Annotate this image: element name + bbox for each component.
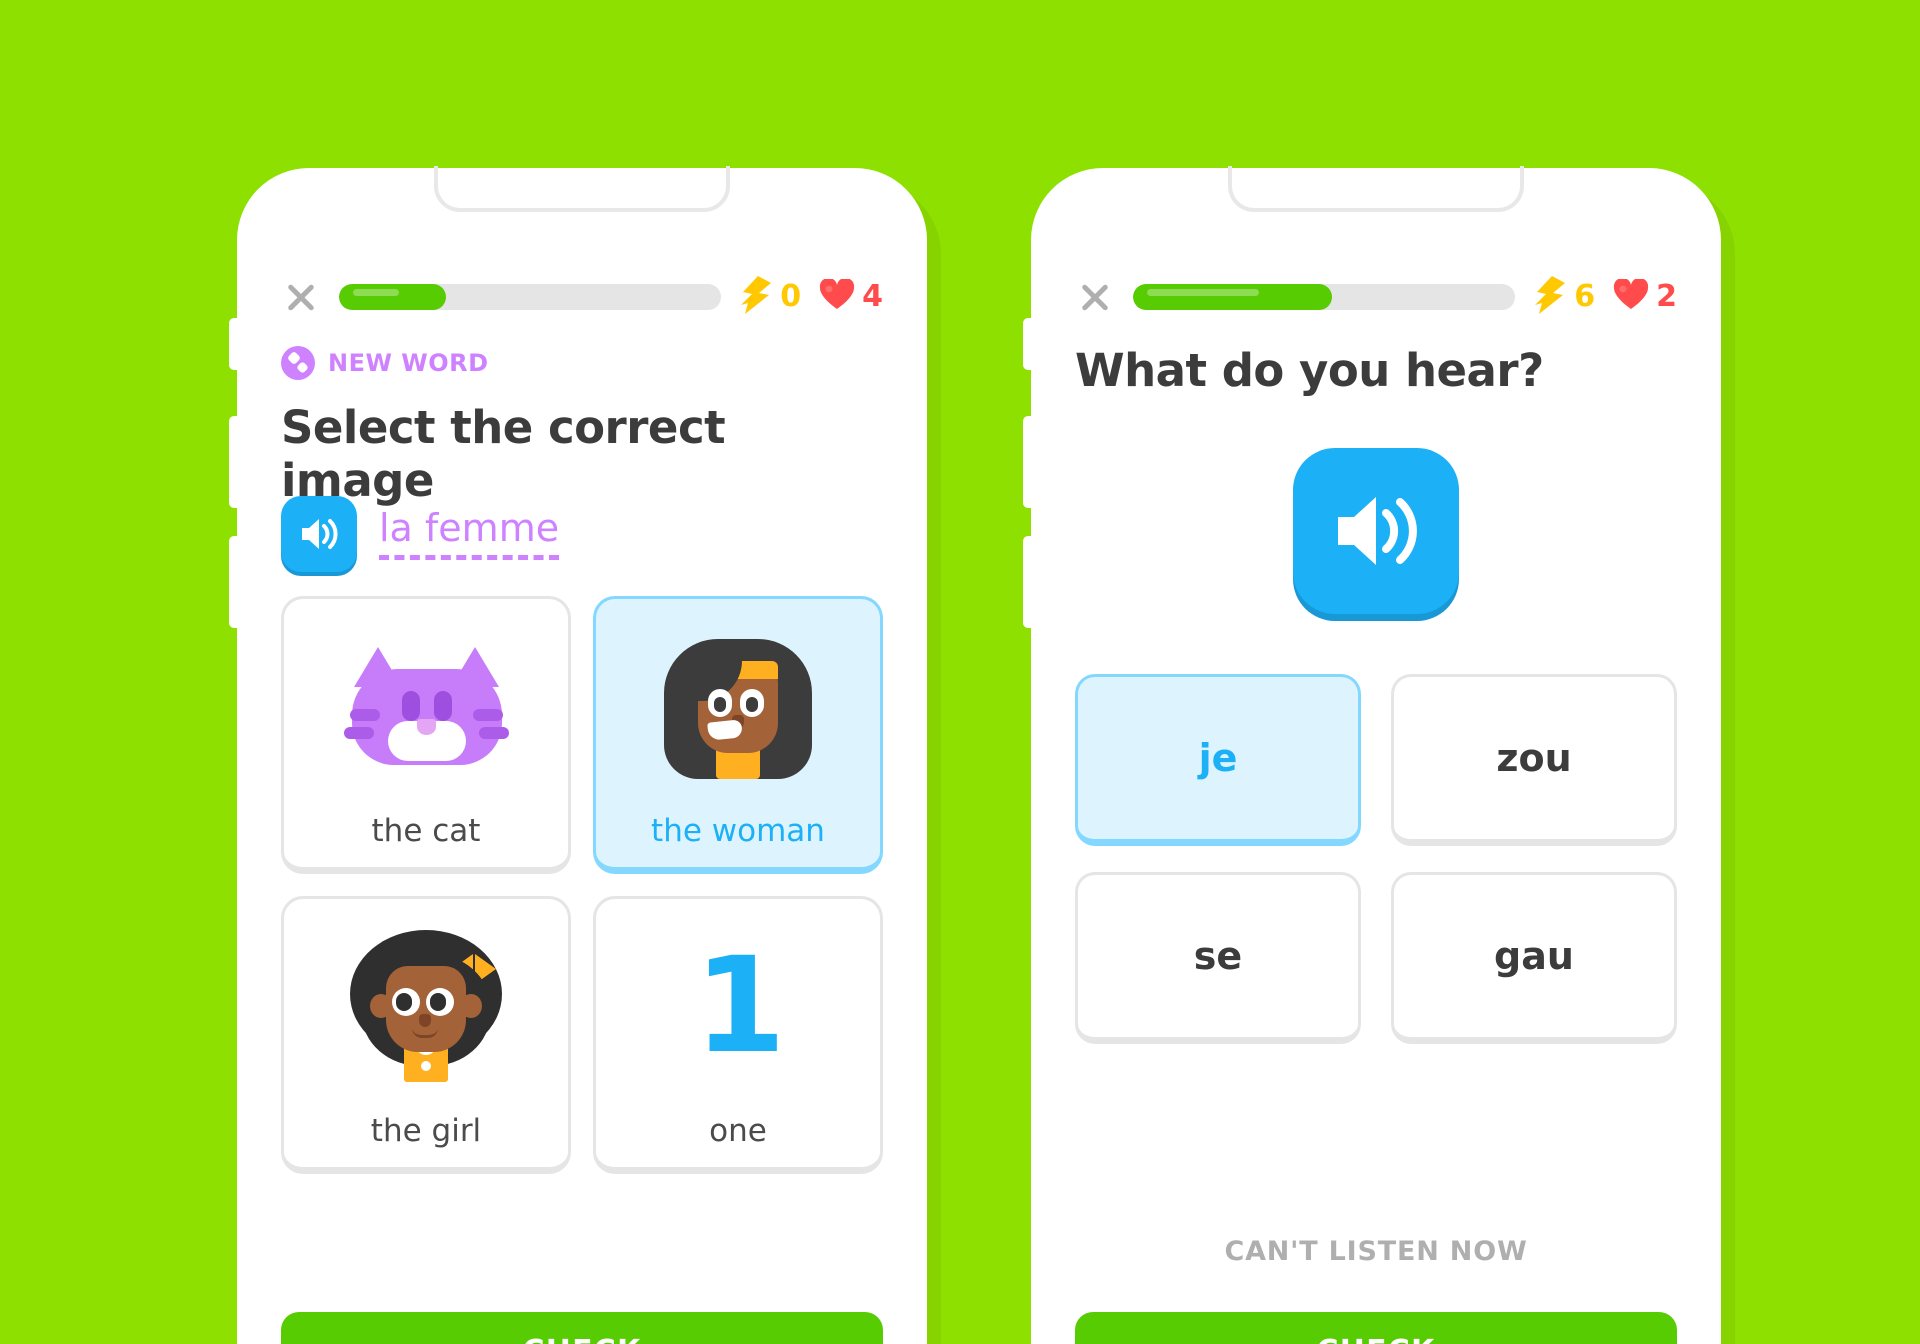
choice-card-woman[interactable]: the woman [593,596,883,874]
choice-card-cat[interactable]: the cat [281,596,571,874]
target-word-text: la femme [379,505,560,550]
word-prompt-row: la femme [281,496,560,572]
new-word-icon [281,346,315,380]
speaker-icon[interactable] [1293,448,1459,614]
progress-gloss [1147,289,1259,296]
choice-card-girl[interactable]: the girl [281,896,571,1174]
phone-side-button-volume-down[interactable] [229,536,239,628]
numeral-one: 1 [596,899,880,1113]
hearts-counter-right: 2 [1613,277,1677,315]
girl-illustration [284,899,568,1113]
cant-listen-now-button[interactable]: CAN'T LISTEN NOW [1075,1236,1677,1267]
choice-label: one [709,1113,767,1149]
answer-option-je[interactable]: je [1075,674,1361,846]
choice-card-one[interactable]: 1 one [593,896,883,1174]
choice-label: the cat [371,813,481,849]
phone-side-button-volume-up[interactable] [1023,416,1033,508]
answer-option-grid: je zou se gau [1075,674,1677,1044]
lesson-progress-fill [339,284,447,310]
hearts-value: 2 [1656,279,1677,314]
woman-illustration [596,599,880,813]
xp-value: 6 [1574,279,1596,314]
answer-option-zou[interactable]: zou [1391,674,1677,846]
dashed-underline [379,555,560,561]
target-word[interactable]: la femme [379,505,560,561]
phone-left: 0 4 NEW WORD Select the correct image la… [229,166,927,1344]
heart-icon [1613,277,1649,315]
phone-side-button-volume-down[interactable] [1023,536,1033,628]
page-title: Select the correct image [281,401,726,507]
lesson-header-left: 0 4 [281,274,883,320]
xp-counter-left: 0 [739,275,801,319]
answer-option-se[interactable]: se [1075,872,1361,1044]
choice-label: the girl [370,1113,482,1149]
image-choice-grid: the cat the woman the girl 1 one [281,596,883,1174]
screen-right: 6 2 What do you hear? je zou se gau CAN'… [1053,196,1699,1344]
numeral-one-glyph: 1 [694,929,786,1083]
xp-value: 0 [780,279,802,314]
audio-play-area [1053,448,1699,614]
phone-right: 6 2 What do you hear? je zou se gau CAN'… [1023,166,1721,1344]
screen-left: 0 4 NEW WORD Select the correct image la… [259,196,905,1344]
cat-illustration [284,599,568,813]
heart-icon [819,277,855,315]
new-word-label: NEW WORD [328,349,489,377]
xp-counter-right: 6 [1533,275,1595,319]
page-title: What do you hear? [1075,344,1544,397]
answer-option-gau[interactable]: gau [1391,872,1677,1044]
close-icon[interactable] [281,277,321,317]
lesson-progress-fill [1133,284,1332,310]
check-button[interactable]: CHECK [1075,1312,1677,1344]
speaker-icon[interactable] [281,496,357,572]
close-icon[interactable] [1075,277,1115,317]
hearts-value: 4 [862,279,883,314]
new-word-badge: NEW WORD [281,346,489,380]
lightning-bolt-icon [739,275,773,319]
phone-side-button-mute[interactable] [1023,318,1033,370]
hearts-counter-left: 4 [819,277,883,315]
lesson-header-right: 6 2 [1075,274,1677,320]
phone-side-button-volume-up[interactable] [229,416,239,508]
choice-label: the woman [651,813,825,849]
check-button[interactable]: CHECK [281,1312,883,1344]
phone-side-button-mute[interactable] [229,318,239,370]
lesson-progress-bar [339,284,722,310]
progress-gloss [353,289,399,296]
lesson-progress-bar [1133,284,1516,310]
lightning-bolt-icon [1533,275,1567,319]
